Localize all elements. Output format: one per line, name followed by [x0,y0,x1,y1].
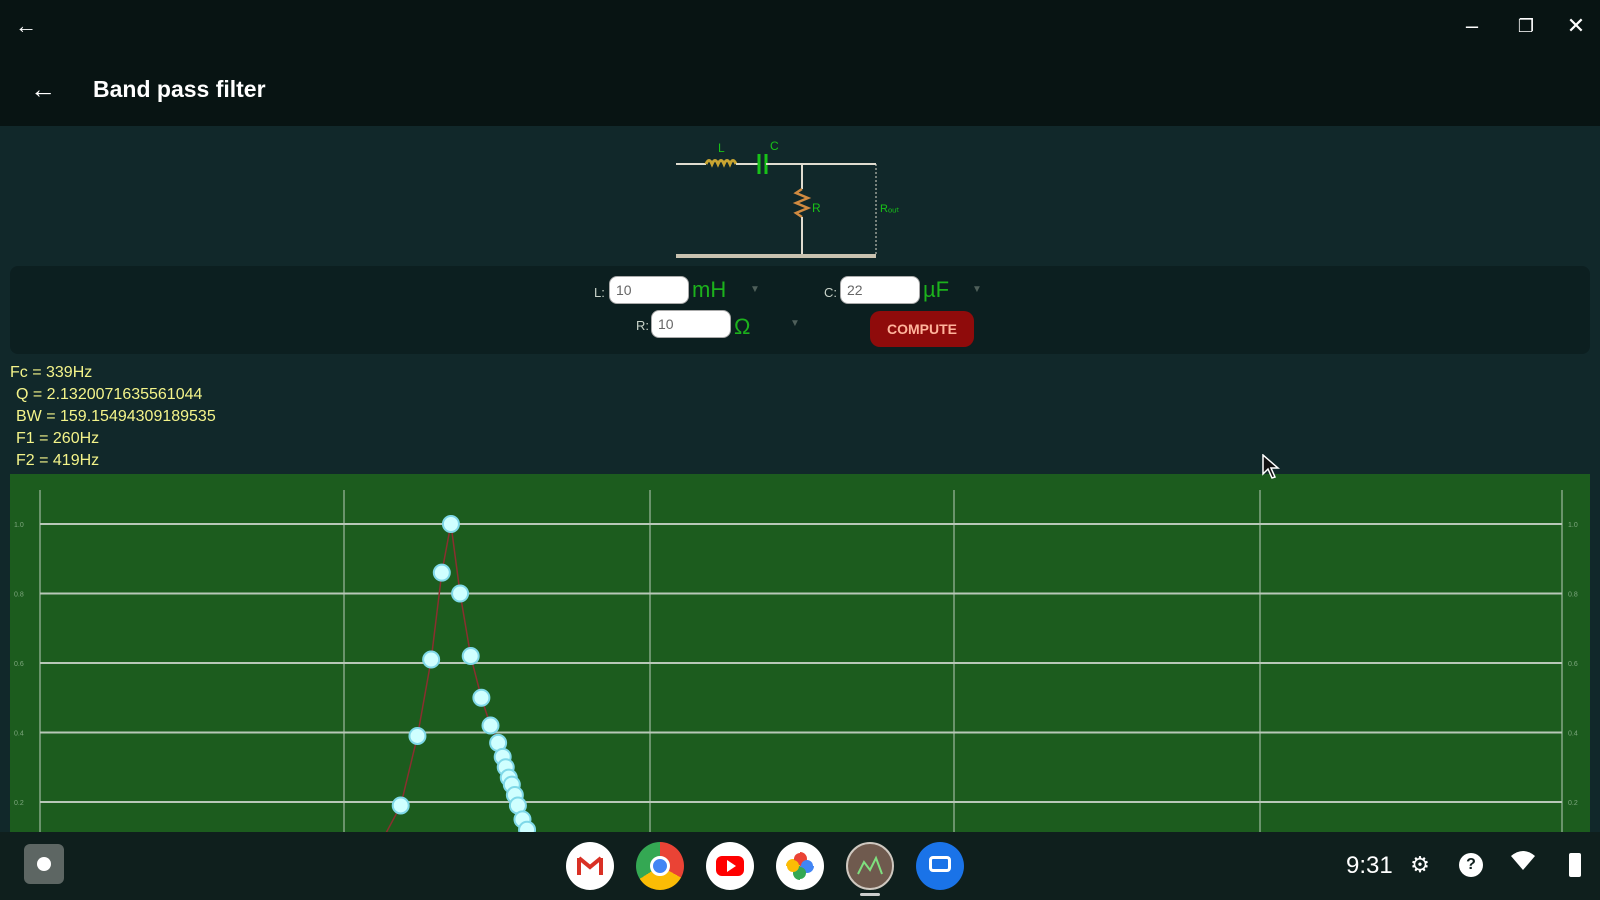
taskbar: 9:31 ⚙ ? [0,832,1600,900]
data-point [472,688,491,707]
l-unit-dropdown-icon[interactable]: ▼ [750,284,760,295]
messages-icon[interactable] [916,842,964,890]
y-tick-label-left: 0.4 [14,731,24,738]
data-point [461,647,480,666]
r-unit-dropdown-icon[interactable]: ▼ [790,318,800,329]
clock[interactable]: 9:31 [1346,852,1393,880]
frequency-response-chart: 1.0 1.0 0.8 0.8 0.6 0.6 0.4 0.4 0.2 0.2 [10,474,1590,832]
gmail-icon[interactable] [566,842,614,890]
resistor-icon [792,187,812,219]
y-tick-label-right: 0.4 [1568,731,1578,738]
result-f1: F1 = 260Hz [16,430,100,447]
data-point [481,716,500,735]
c-unit: µF [923,277,950,302]
active-app-indicator [860,893,880,896]
c-unit-dropdown-icon[interactable]: ▼ [972,284,982,295]
wifi-icon[interactable] [1508,850,1538,880]
y-tick-label-left: 0.6 [14,661,24,668]
app-bar: ← Band pass filter [0,54,1600,126]
y-tick-label-left: 0.2 [14,800,24,807]
page-title: Band pass filter [93,76,266,102]
label-C: C [770,139,779,153]
data-point [432,563,451,582]
maximize-icon[interactable]: ❐ [1510,10,1542,42]
y-tick-label-left: 0.8 [14,592,24,599]
chrome-icon[interactable] [636,842,684,890]
close-icon[interactable]: ✕ [1560,10,1592,42]
inductor-icon [704,159,738,168]
y-tick-label-right: 0.2 [1568,800,1578,807]
y-tick-label-left: 1.0 [14,522,24,529]
back-arrow-icon[interactable]: ← [26,72,60,106]
results-panel: Fc = 339Hz Q = 2.1320071635561044 BW = 1… [10,362,216,472]
settings-icon[interactable]: ⚙ [1405,850,1435,880]
data-point [441,515,460,533]
result-f2: F2 = 419Hz [16,452,100,469]
mouse-cursor-icon [1262,454,1280,479]
launcher-icon[interactable] [24,844,64,884]
r-unit: Ω [734,314,751,339]
r-label: R: [636,318,649,333]
data-point [391,796,410,815]
help-icon[interactable]: ? [1456,850,1486,880]
r-input[interactable]: 10 [651,310,731,338]
capacitor-icon [757,154,768,174]
window-back-icon[interactable]: ← [10,10,42,42]
data-point [408,726,427,745]
data-point [451,584,470,603]
minimize-icon[interactable]: – [1456,10,1488,42]
youtube-icon[interactable] [706,842,754,890]
y-tick-label-right: 0.8 [1568,592,1578,599]
compute-button[interactable]: COMPUTE [870,311,974,347]
l-input[interactable]: 10 [609,276,689,304]
input-panel [10,266,1590,354]
result-fc: Fc = 339Hz [10,364,93,381]
circuit-diagram: L C R Rₒᵤₜ [676,139,900,258]
circuit-app-icon[interactable] [846,842,894,890]
data-point [422,650,441,669]
y-tick-label-right: 0.6 [1568,661,1578,668]
l-label: L: [594,285,605,300]
l-unit: mH [692,277,727,302]
label-R: R [812,201,821,215]
c-input[interactable]: 22 [840,276,920,304]
result-bw: BW = 159.15494309189535 [16,408,216,425]
y-tick-label-right: 1.0 [1568,522,1578,529]
chart-canvas: 1.0 1.0 0.8 0.8 0.6 0.6 0.4 0.4 0.2 0.2 [14,490,1578,832]
data-point [518,820,537,832]
battery-icon[interactable] [1560,850,1590,880]
label-Rout: Rₒᵤₜ [880,203,900,215]
photos-icon[interactable] [776,842,824,890]
window-title-bar: ← – ❐ ✕ [0,0,1600,54]
result-q: Q = 2.1320071635561044 [16,386,203,403]
c-label: C: [824,285,837,300]
label-L: L [718,141,725,155]
